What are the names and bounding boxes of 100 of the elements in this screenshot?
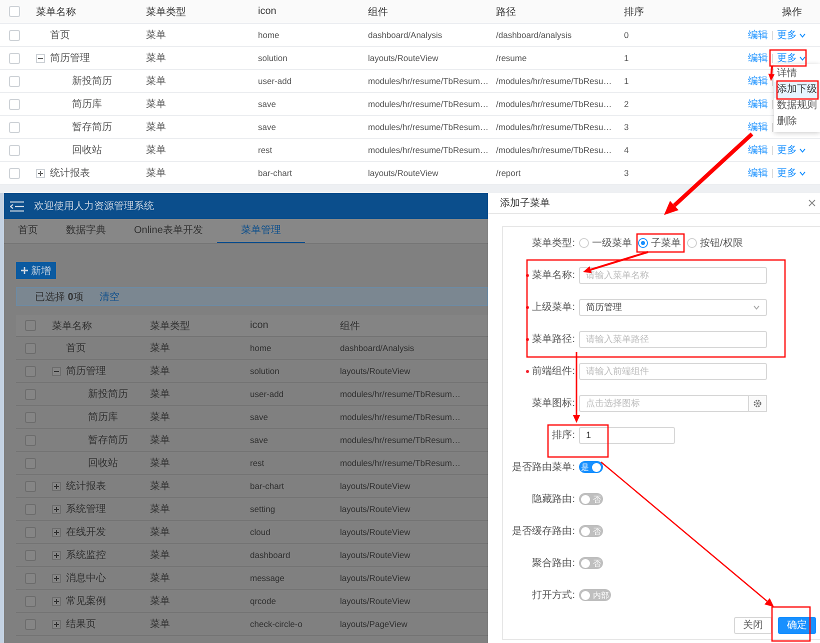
toggle-switch[interactable]: 否 — [579, 493, 603, 505]
menu-item[interactable]: 添加下级 — [774, 82, 820, 98]
more-link[interactable]: 更多 — [777, 28, 806, 42]
table-cell: 菜单 — [150, 550, 170, 561]
input-field[interactable]: 请输入菜单路径 — [579, 330, 767, 348]
toggle-switch[interactable]: 内部 — [579, 589, 611, 601]
expand-toggle[interactable] — [52, 574, 61, 582]
table-cell: layouts/RouteView — [340, 572, 410, 582]
table-cell: 3 — [624, 122, 629, 132]
table-cell: modules/hr/resume/TbResum… — [368, 144, 488, 154]
table-cell: home — [258, 30, 280, 40]
table-cell: layouts/RouteView — [340, 480, 410, 490]
radio-option[interactable]: 按钮/权限 — [687, 236, 743, 250]
table-cell: 菜单 — [150, 619, 170, 630]
add-button[interactable]: 新增 — [16, 262, 56, 279]
input-field[interactable]: 请输入前端组件 — [579, 362, 767, 380]
tab[interactable]: 菜单管理 — [216, 219, 305, 243]
clear-link[interactable]: 清空 — [99, 290, 120, 304]
more-link[interactable]: 更多 — [777, 143, 806, 157]
column-header: 组件 — [340, 320, 360, 332]
caret-icon — [753, 304, 760, 310]
table-cell: /dashboard/analysis — [496, 30, 572, 40]
toggle-switch[interactable]: 是 — [579, 461, 603, 473]
menu-item[interactable]: 数据规则 — [774, 98, 820, 114]
table-cell-text: 简历库 — [88, 410, 118, 424]
caret-icon — [799, 32, 806, 38]
tab[interactable]: 首页 — [4, 219, 52, 243]
caret-icon — [799, 56, 806, 60]
highlight-frame — [769, 49, 807, 67]
toggle-switch[interactable]: 否 — [579, 525, 603, 537]
edit-link[interactable]: 编辑 — [748, 143, 768, 157]
edit-link[interactable]: 编辑 — [748, 120, 768, 134]
table-cell: user-add — [258, 76, 292, 86]
table-cell: 2 — [624, 98, 629, 108]
highlight-frame — [636, 233, 685, 253]
expand-toggle[interactable] — [52, 620, 61, 628]
edit-link[interactable]: 编辑 — [748, 74, 768, 88]
expand-toggle[interactable] — [52, 366, 61, 376]
table-cell: setting — [250, 504, 276, 514]
table-cell: 菜单 — [150, 596, 170, 607]
more-link[interactable]: 更多 — [777, 51, 806, 65]
table-cell: save — [258, 98, 276, 108]
expand-toggle[interactable] — [52, 550, 61, 560]
table-cell: modules/hr/resume/TbResum… — [368, 122, 488, 132]
close-button[interactable]: 关闭 — [734, 616, 772, 634]
table-cell: 菜单 — [146, 122, 166, 133]
highlight-frame — [771, 606, 811, 642]
menu-item[interactable]: 详情 — [774, 66, 820, 82]
table-cell-text: 暂存简历 — [88, 434, 128, 447]
table-cell: layouts/PageView — [340, 618, 408, 628]
table-cell: user-add — [250, 388, 284, 398]
expand-toggle[interactable] — [52, 482, 61, 490]
plus-icon — [21, 267, 28, 274]
close-icon[interactable] — [808, 199, 816, 207]
table-cell: 菜单 — [150, 435, 170, 446]
column-header: 排序 — [624, 6, 644, 18]
selection-count: 已选择 0项 — [35, 290, 84, 304]
table-cell: 菜单 — [150, 573, 170, 584]
table-cell: solution — [258, 52, 288, 62]
annotation-arrow — [768, 66, 775, 81]
table-cell: 4 — [624, 144, 629, 154]
table-cell: layouts/RouteView — [340, 550, 410, 560]
table-cell: bar-chart — [250, 480, 284, 490]
radio-option[interactable]: 子菜单 — [638, 236, 681, 250]
icon-picker-button[interactable] — [749, 394, 767, 412]
table-cell: 1 — [624, 52, 629, 62]
table-cell-text: 常见案例 — [66, 594, 106, 608]
radio-option[interactable]: 一级菜单 — [579, 236, 632, 250]
input-field[interactable]: 1 — [579, 426, 675, 444]
more-link[interactable]: 更多 — [777, 166, 806, 180]
caret-icon — [799, 148, 806, 152]
table-cell: qrcode — [250, 596, 276, 606]
table-cell: modules/hr/resume/TbResum… — [340, 388, 460, 398]
tab[interactable]: Online表单开发 — [120, 219, 217, 243]
edit-link[interactable]: 编辑 — [748, 51, 768, 65]
table-cell: 菜单 — [146, 76, 166, 87]
expand-toggle[interactable] — [52, 504, 61, 514]
tab[interactable]: 数据字典 — [52, 219, 120, 243]
column-header: 菜单类型 — [150, 320, 190, 332]
confirm-button[interactable]: 确定 — [778, 616, 816, 634]
table-cell: dashboard — [250, 550, 290, 560]
expand-toggle[interactable] — [52, 528, 61, 536]
menu-icon[interactable] — [10, 200, 24, 212]
toggle-switch[interactable]: 否 — [579, 557, 603, 569]
input-field[interactable]: 点击选择图标 — [579, 394, 749, 412]
menu-item[interactable]: 删除 — [774, 114, 820, 130]
expand-toggle[interactable] — [52, 596, 61, 606]
field-label: 菜单图标: — [532, 396, 575, 410]
edit-link[interactable]: 编辑 — [748, 97, 768, 111]
table-cell-text: 首页 — [50, 29, 70, 42]
annotation-arrow — [572, 352, 580, 423]
table-cell: bar-chart — [258, 168, 292, 178]
edit-link[interactable]: 编辑 — [748, 166, 768, 180]
table-cell-text: 首页 — [66, 342, 86, 355]
table-cell: 菜单 — [146, 99, 166, 110]
table-cell: /modules/hr/resume/TbResu… — [496, 144, 612, 154]
select-field[interactable]: 简历管理 — [579, 298, 767, 316]
field-label: 打开方式: — [532, 588, 575, 602]
table-cell: solution — [250, 366, 280, 376]
edit-link[interactable]: 编辑 — [748, 28, 768, 42]
